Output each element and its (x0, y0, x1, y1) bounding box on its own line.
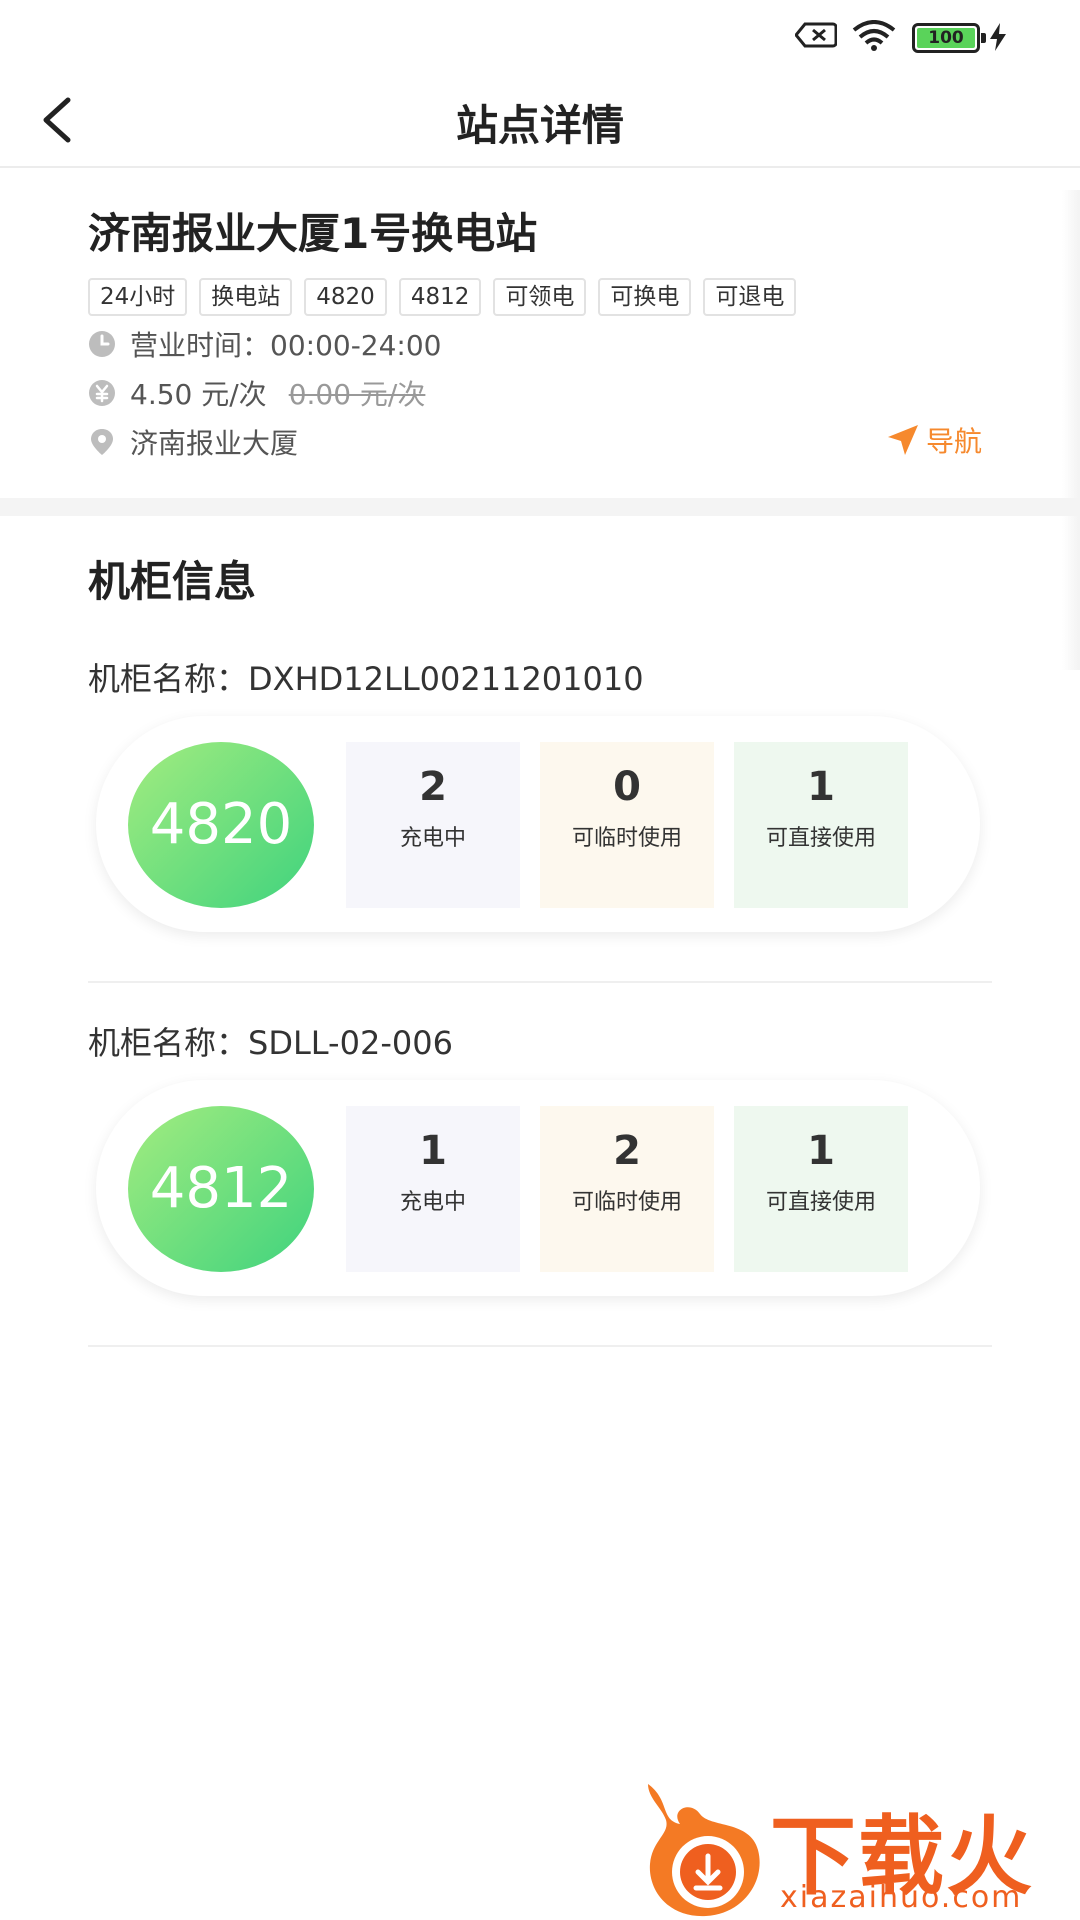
tag: 换电站 (199, 278, 293, 316)
battery-level: 100 (928, 28, 964, 48)
cabinet-name: 机柜名称：SDLL-02-006 (88, 1024, 453, 1062)
cabinet-card[interactable]: 4812 1 充电中 2 可临时使用 1 可直接使用 (96, 1080, 980, 1296)
price-info: 4.50 元/次 0.00 元/次 (88, 373, 425, 413)
station-tags: 24小时 换电站 4820 4812 可领电 可换电 可退电 (88, 278, 797, 316)
section-separator (0, 498, 1080, 516)
stat-charging: 2 充电中 (346, 742, 520, 908)
charging-icon (990, 23, 1006, 51)
wifi-icon (852, 20, 896, 51)
divider (88, 1345, 992, 1347)
cabinet-card[interactable]: 4820 2 充电中 0 可临时使用 1 可直接使用 (96, 716, 980, 932)
stat-label: 可临时使用 (571, 1190, 682, 1215)
stat-charging: 1 充电中 (346, 1106, 520, 1272)
header: 站点详情 (0, 70, 1080, 168)
watermark-logo: 下载火 xiazaihuo.com (640, 1780, 1080, 1920)
cabinet-model-badge: 4820 (128, 742, 314, 908)
watermark-url: xiazaihuo.com (780, 1880, 1023, 1915)
stat-value: 2 (613, 1128, 641, 1174)
tag: 可退电 (703, 278, 797, 316)
stat-available: 1 可直接使用 (734, 1106, 908, 1272)
section-title: 机柜信息 (88, 557, 257, 606)
cabinet-model-badge: 4812 (128, 1106, 314, 1272)
tag: 24小时 (88, 278, 188, 316)
stat-temporary: 0 可临时使用 (540, 742, 714, 908)
price-text: 4.50 元/次 (130, 378, 267, 411)
address-info: 济南报业大厦 (88, 422, 298, 462)
location-pin-icon (91, 429, 113, 455)
navigate-label: 导航 (926, 425, 983, 458)
edge-shadow (1062, 190, 1080, 670)
stat-label: 可临时使用 (571, 826, 682, 851)
stat-label: 充电中 (399, 1190, 466, 1215)
price-icon (89, 380, 115, 406)
clock-icon (89, 331, 115, 357)
station-name: 济南报业大厦1号换电站 (88, 209, 538, 258)
address-text: 济南报业大厦 (130, 427, 299, 460)
divider (88, 981, 992, 983)
navigate-button[interactable]: 导航 (886, 420, 982, 460)
tag: 可领电 (493, 278, 587, 316)
flame-download-icon (648, 1784, 760, 1917)
stat-temporary: 2 可临时使用 (540, 1106, 714, 1272)
navigation-arrow-icon (888, 425, 918, 455)
business-hours-text: 营业时间：00:00-24:00 (130, 329, 442, 362)
tag: 4812 (398, 278, 482, 316)
stat-value: 1 (807, 1128, 835, 1174)
stat-available: 1 可直接使用 (734, 742, 908, 908)
stat-value: 2 (419, 764, 447, 810)
status-bar: 100 (0, 0, 1080, 70)
stat-value: 0 (613, 764, 641, 810)
stat-value: 1 (807, 764, 835, 810)
cabinet-name: 机柜名称：DXHD12LL00211201010 (88, 660, 644, 698)
battery-icon: 100 (912, 23, 986, 53)
tag: 可换电 (598, 278, 692, 316)
no-sim-icon (795, 22, 837, 48)
stat-label: 可直接使用 (765, 1190, 876, 1215)
tag: 4820 (304, 278, 387, 316)
station-card: 济南报业大厦1号换电站 24小时 换电站 4820 4812 可领电 可换电 可… (0, 170, 1080, 498)
original-price: 0.00 元/次 (288, 378, 426, 411)
stat-label: 充电中 (399, 826, 466, 851)
page-title: 站点详情 (455, 101, 624, 150)
stat-label: 可直接使用 (765, 826, 876, 851)
stat-value: 1 (419, 1128, 447, 1174)
business-hours: 营业时间：00:00-24:00 (88, 324, 442, 364)
